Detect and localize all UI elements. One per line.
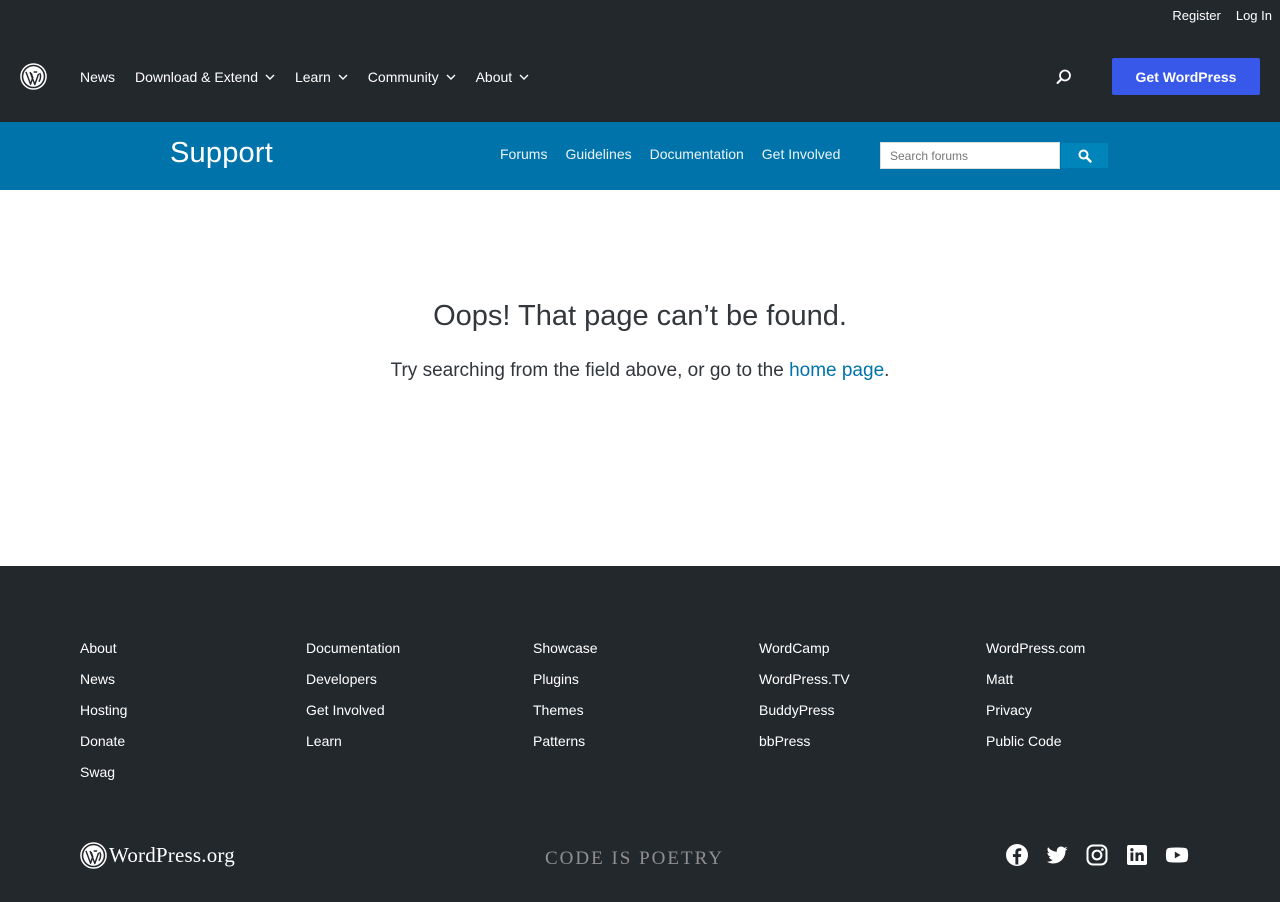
code-is-poetry-tagline: CODE IS POETRY bbox=[545, 848, 724, 869]
footer-link[interactable]: BuddyPress bbox=[759, 701, 850, 719]
footer-link[interactable]: Get Involved bbox=[306, 701, 400, 719]
footer-link[interactable]: Plugins bbox=[533, 670, 598, 688]
support-nav-forums[interactable]: Forums bbox=[500, 146, 547, 162]
twitter-icon[interactable] bbox=[1045, 843, 1069, 867]
footer-link[interactable]: Showcase bbox=[533, 639, 598, 657]
register-link[interactable]: Register bbox=[1172, 8, 1220, 23]
nav-learn[interactable]: Learn bbox=[295, 68, 348, 86]
footer-link[interactable]: Patterns bbox=[533, 732, 598, 750]
footer-link[interactable]: Privacy bbox=[986, 701, 1085, 719]
wordpress-org-logo[interactable]: WordPress.org bbox=[80, 842, 235, 869]
footer-link[interactable]: Donate bbox=[80, 732, 127, 750]
error-title: Oops! That page can’t be found. bbox=[433, 300, 847, 332]
footer: About News Hosting Donate Swag Documenta… bbox=[0, 566, 1280, 902]
facebook-icon[interactable] bbox=[1005, 843, 1029, 867]
footer-column-2: Documentation Developers Get Involved Le… bbox=[306, 639, 400, 750]
social-links bbox=[1005, 843, 1189, 867]
linkedin-icon[interactable] bbox=[1125, 843, 1149, 867]
youtube-icon[interactable] bbox=[1165, 843, 1189, 867]
nav-about-label: About bbox=[475, 69, 513, 85]
login-link[interactable]: Log In bbox=[1236, 8, 1272, 23]
global-header: Register Log In News Download & Extend L… bbox=[0, 0, 1280, 122]
footer-link[interactable]: Matt bbox=[986, 670, 1085, 688]
nav-download-extend-label: Download & Extend bbox=[135, 69, 258, 85]
nav-about[interactable]: About bbox=[476, 68, 530, 86]
error-text-after: . bbox=[884, 360, 890, 381]
chevron-down-icon bbox=[338, 74, 348, 80]
support-title[interactable]: Support bbox=[170, 137, 273, 170]
footer-link[interactable]: Swag bbox=[80, 763, 127, 781]
forum-search-input[interactable] bbox=[880, 142, 1060, 169]
footer-link[interactable]: WordCamp bbox=[759, 639, 850, 657]
forum-search-button[interactable] bbox=[1060, 142, 1109, 169]
main-nav: News Download & Extend Learn Community A… bbox=[80, 68, 529, 86]
footer-link[interactable]: Learn bbox=[306, 732, 400, 750]
footer-link[interactable]: About bbox=[80, 639, 127, 657]
wordpress-logo-icon bbox=[80, 842, 107, 869]
error-text-before: Try searching from the field above, or g… bbox=[390, 360, 790, 381]
support-bar: Support Forums Guidelines Documentation … bbox=[0, 122, 1280, 190]
support-nav: Forums Guidelines Documentation Get Invo… bbox=[500, 146, 840, 162]
footer-link[interactable]: Hosting bbox=[80, 701, 127, 719]
account-links: Register Log In bbox=[1172, 8, 1272, 23]
wordpress-org-logo-text: WordPress.org bbox=[109, 843, 235, 867]
chevron-down-icon bbox=[446, 74, 456, 80]
footer-link[interactable]: WordPress.com bbox=[986, 639, 1085, 657]
footer-link[interactable]: Public Code bbox=[986, 732, 1085, 750]
support-nav-guidelines[interactable]: Guidelines bbox=[565, 146, 631, 162]
main-content: Oops! That page can’t be found. Try sear… bbox=[0, 190, 1280, 566]
get-wordpress-button[interactable]: Get WordPress bbox=[1112, 58, 1260, 95]
footer-link[interactable]: WordPress.TV bbox=[759, 670, 850, 688]
footer-link[interactable]: Documentation bbox=[306, 639, 400, 657]
error-message: Try searching from the field above, or g… bbox=[0, 360, 1280, 382]
home-page-link[interactable]: home page bbox=[789, 360, 884, 381]
footer-column-5: WordPress.com Matt Privacy Public Code bbox=[986, 639, 1085, 750]
footer-link[interactable]: Themes bbox=[533, 701, 598, 719]
instagram-icon[interactable] bbox=[1085, 843, 1109, 867]
search-icon[interactable] bbox=[1055, 68, 1073, 86]
support-nav-get-involved[interactable]: Get Involved bbox=[762, 146, 841, 162]
nav-download-extend[interactable]: Download & Extend bbox=[135, 68, 275, 86]
footer-link[interactable]: News bbox=[80, 670, 127, 688]
footer-column-3: Showcase Plugins Themes Patterns bbox=[533, 639, 598, 750]
nav-news-label: News bbox=[80, 69, 116, 85]
nav-community-label: Community bbox=[367, 69, 439, 85]
nav-learn-label: Learn bbox=[294, 69, 331, 85]
footer-column-1: About News Hosting Donate Swag bbox=[80, 639, 127, 781]
nav-news[interactable]: News bbox=[80, 68, 115, 86]
footer-column-4: WordCamp WordPress.TV BuddyPress bbPress bbox=[759, 639, 850, 750]
search-icon bbox=[1078, 149, 1092, 163]
footer-link[interactable]: bbPress bbox=[759, 732, 850, 750]
support-nav-documentation[interactable]: Documentation bbox=[650, 146, 744, 162]
wordpress-logo-icon[interactable] bbox=[20, 63, 47, 90]
chevron-down-icon bbox=[265, 74, 275, 80]
footer-link[interactable]: Developers bbox=[306, 670, 400, 688]
chevron-down-icon bbox=[519, 74, 529, 80]
nav-community[interactable]: Community bbox=[368, 68, 456, 86]
